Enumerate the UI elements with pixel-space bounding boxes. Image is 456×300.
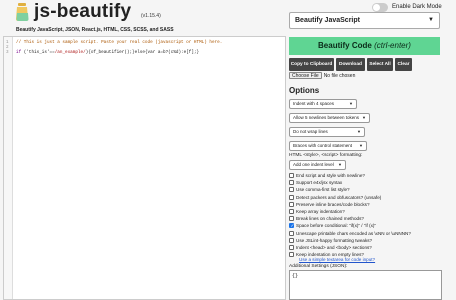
html-formatting-select-value: Add one indent level xyxy=(293,162,334,167)
checkbox-box[interactable] xyxy=(289,180,294,186)
options-heading: Options xyxy=(289,86,320,95)
chevron-down-icon: ▼ xyxy=(362,115,366,120)
download-button[interactable]: Download xyxy=(336,58,365,71)
html-formatting-select[interactable]: Add one indent level ▼ xyxy=(289,160,346,170)
chevron-down-icon: ▼ xyxy=(428,17,434,23)
html-formatting-label: HTML <style>, <script> formatting: xyxy=(289,153,363,158)
checkbox-box[interactable] xyxy=(289,252,294,258)
wrap-select[interactable]: Do not wrap lines ▼ xyxy=(289,127,365,137)
clear-button[interactable]: Clear xyxy=(395,58,412,71)
line-number: 3 xyxy=(6,50,9,55)
checkbox-label: Use comma-first list style? xyxy=(296,187,350,193)
copy-to-clipboard-button[interactable]: Copy to Clipboard xyxy=(289,58,334,71)
language-select-value: Beautify JavaScript xyxy=(295,17,360,24)
beautify-shortcut: (ctrl-enter) xyxy=(374,41,411,50)
code-regex: /an_example/ xyxy=(54,50,86,55)
chevron-down-icon: ▼ xyxy=(357,129,361,134)
simple-textarea-link[interactable]: Use a simple textarea for code input? xyxy=(299,257,375,262)
checkbox-label: Use JSLint-happy formatting tweaks? xyxy=(296,237,373,243)
language-select[interactable]: Beautify JavaScript ▼ xyxy=(289,12,440,29)
js-beautify-logo-icon xyxy=(16,3,29,21)
file-status: No file chosen xyxy=(323,73,356,79)
checkbox-box[interactable] xyxy=(289,209,294,214)
braces-select[interactable]: Braces with control statement ▼ xyxy=(289,141,367,151)
beautify-button-label: Beautify Code xyxy=(318,41,372,50)
chevron-down-icon: ▼ xyxy=(349,101,353,106)
choose-file-button[interactable]: Choose File xyxy=(289,72,322,79)
checkbox-label: End script and style with newline? xyxy=(296,173,365,178)
code-editor[interactable]: 1 // This is just a sample script. Paste… xyxy=(3,36,286,300)
checkbox-label: Break lines on chained methods? xyxy=(296,216,364,222)
additional-settings-input[interactable]: {} xyxy=(289,270,442,300)
line-number-gutter xyxy=(4,37,13,299)
select-all-button[interactable]: Select All xyxy=(367,58,393,71)
code-comment: // This is just a sample script. Paste y… xyxy=(16,40,223,45)
version-label: (v1.15.4) xyxy=(141,13,161,19)
beautify-button[interactable]: Beautify Code (ctrl-enter) xyxy=(289,37,440,55)
chevron-down-icon: ▼ xyxy=(338,162,342,167)
code-text: if ('this_is'==/an_example/){of_beautifi… xyxy=(16,50,199,55)
page-title: js-beautify xyxy=(34,1,132,22)
checkbox-box[interactable] xyxy=(289,173,294,178)
braces-select-value: Braces with control statement xyxy=(293,143,353,148)
checkbox-box[interactable] xyxy=(289,230,294,236)
newlines-select[interactable]: Allow 5 newlines between tokens ▼ xyxy=(289,113,370,123)
checkbox-label: Detect packers and obfuscators? (unsafe) xyxy=(296,194,382,200)
checkbox-label: Support e4x/jsx syntax xyxy=(296,180,343,186)
checkbox-box[interactable] xyxy=(289,216,294,222)
checkbox-box[interactable] xyxy=(289,245,294,250)
code-segment: ){of_beautifier();}else{var a=b?(c%d):e[… xyxy=(85,50,200,55)
control-panel: Beautify JavaScript ▼ Beautify Code (ctr… xyxy=(289,0,456,300)
checkbox-label: Space before conditional: "if(x)" / "if … xyxy=(296,223,377,229)
newlines-select-value: Allow 5 newlines between tokens xyxy=(293,115,360,120)
checkbox-box[interactable] xyxy=(289,194,294,200)
wrap-select-value: Do not wrap lines xyxy=(293,129,328,134)
chevron-down-icon: ▼ xyxy=(359,143,363,148)
additional-settings-label: Additional Settings (JSON): xyxy=(289,264,348,269)
file-input: Choose File No file chosen xyxy=(289,72,355,79)
checkbox-box[interactable] xyxy=(289,237,294,243)
code-segment: ('this_is'== xyxy=(21,50,55,55)
checkbox-box[interactable] xyxy=(289,187,294,193)
page-subtitle: Beautify JavaScript, JSON, React.js, HTM… xyxy=(16,27,174,33)
indent-select-value: Indent with 4 spaces xyxy=(293,101,335,106)
checkbox-box[interactable] xyxy=(289,201,294,207)
checkbox-label: Keep array indentation? xyxy=(296,209,345,214)
checkbox-label: Preserve inline braces/code blocks? xyxy=(296,201,370,207)
indent-select[interactable]: Indent with 4 spaces ▼ xyxy=(289,99,357,109)
checkbox-label: Unescape printable chars encoded as \xNN… xyxy=(296,230,411,236)
checkbox-box[interactable] xyxy=(289,223,294,229)
checkbox-label: Indent <head> and <body> sections? xyxy=(296,245,372,250)
